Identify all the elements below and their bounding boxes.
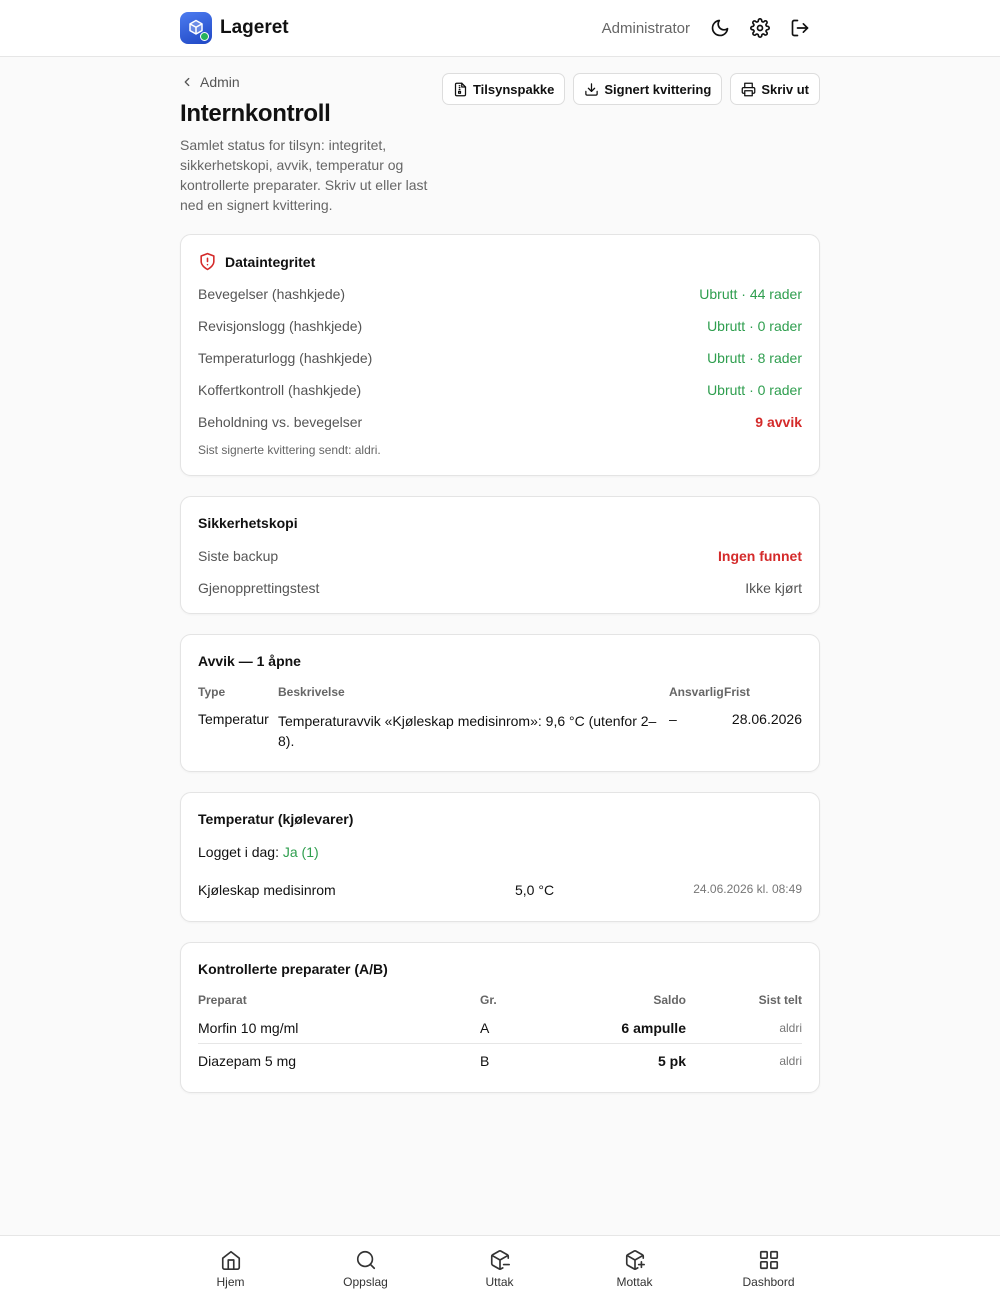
backup-card-title: Sikkerhetskopi: [198, 515, 298, 531]
page-description: Samlet status for tilsyn: integritet, si…: [180, 137, 428, 213]
nav-item-receive[interactable]: Mottak: [584, 1236, 685, 1300]
page-title: Internkontroll: [180, 100, 331, 127]
shield-alert-icon: [200, 252, 215, 271]
nav-item-home[interactable]: Hjem: [180, 1236, 281, 1300]
backup-row: Gjenopprettingstest Ikke kjørt: [198, 580, 802, 596]
package-plus-icon: [625, 1249, 645, 1270]
deviations-card: Avvik — 1 åpne Type Beskrivelse Ansvarli…: [180, 634, 820, 772]
deviations-card-title: Avvik — 1 åpne: [198, 653, 301, 669]
restore-test-status: Ikke kjørt: [745, 580, 802, 596]
integrity-status: Ubrutt · 44 rader: [699, 286, 802, 302]
back-link[interactable]: Admin: [180, 74, 240, 90]
home-icon: [221, 1250, 240, 1270]
backup-row: Siste backup Ingen funnet: [198, 548, 802, 564]
temperature-card-title: Temperatur (kjølevarer): [198, 811, 354, 827]
printer-icon: [741, 82, 756, 96]
column-header-type: Type: [198, 685, 226, 699]
chevron-left-icon: [184, 77, 190, 87]
nav-item-dashboard[interactable]: Dashbord: [718, 1236, 819, 1300]
dashboard-grid-icon: [759, 1250, 778, 1269]
download-icon: [585, 82, 599, 96]
integrity-row: Beholdning vs. bevegelser 9 avvik: [198, 414, 802, 430]
bottom-nav: Hjem Oppslag Uttak Mottak Dashbord: [0, 1235, 1000, 1300]
inspection-package-label: Tilsynspakke: [472, 81, 555, 97]
print-label: Skriv ut: [761, 81, 809, 97]
user-role: Administrator: [601, 19, 690, 37]
integrity-card-title: Dataintegritet: [198, 252, 315, 271]
logged-today: Logget i dag: Ja (1): [198, 844, 319, 860]
temperature-card: Temperatur (kjølevarer) Logget i dag: Ja…: [180, 792, 820, 922]
page-actions: Tilsynspakke Signert kvittering Skriv ut: [441, 73, 820, 105]
column-header-responsible: Ansvarlig: [669, 685, 724, 699]
app-logo-icon: [180, 12, 212, 44]
table-row[interactable]: Morfin 10 mg/ml A 6 ampulle aldri: [198, 1011, 802, 1044]
integrity-status: Ubrutt · 0 rader: [707, 382, 802, 398]
controlled-drugs-card: Kontrollerte preparater (A/B) Preparat G…: [180, 942, 820, 1093]
package-minus-icon: [490, 1249, 510, 1270]
integrity-row: Koffertkontroll (hashkjede) Ubrutt · 0 r…: [198, 382, 802, 398]
backup-status: Ingen funnet: [718, 548, 802, 564]
brand[interactable]: Lageret: [180, 12, 289, 44]
controlled-drugs-card-title: Kontrollerte preparater (A/B): [198, 961, 388, 977]
integrity-row: Revisjonslogg (hashkjede) Ubrutt · 0 rad…: [198, 318, 802, 334]
app-name: Lageret: [220, 17, 289, 38]
back-link-label: Admin: [200, 74, 240, 90]
last-receipt-note: Sist signerte kvittering sendt: aldri.: [198, 443, 381, 457]
dark-mode-icon[interactable]: [708, 16, 732, 40]
column-header-group: Gr.: [480, 993, 497, 1007]
search-icon: [356, 1250, 375, 1269]
integrity-status: Ubrutt · 8 rader: [707, 350, 802, 366]
column-header-deadline: Frist: [724, 685, 751, 699]
integrity-status: 9 avvik: [755, 414, 802, 430]
file-archive-icon: [454, 82, 467, 96]
column-header-last-counted: Sist telt: [758, 993, 802, 1007]
integrity-status: Ubrutt · 0 rader: [707, 318, 802, 334]
top-bar: Lageret Administrator: [0, 0, 1000, 57]
settings-gear-icon[interactable]: [748, 16, 772, 40]
table-row[interactable]: Diazepam 5 mg B 5 pk aldri: [198, 1044, 802, 1077]
nav-item-withdraw[interactable]: Uttak: [449, 1236, 550, 1300]
column-header-drug: Preparat: [198, 993, 247, 1007]
logout-icon[interactable]: [788, 16, 812, 40]
print-button[interactable]: Skriv ut: [730, 73, 820, 105]
integrity-row: Temperaturlogg (hashkjede) Ubrutt · 8 ra…: [198, 350, 802, 366]
column-header-description: Beskrivelse: [278, 685, 345, 699]
nav-item-lookup[interactable]: Oppslag: [315, 1236, 416, 1300]
column-header-balance: Saldo: [653, 993, 686, 1007]
integrity-row: Bevegelser (hashkjede) Ubrutt · 44 rader: [198, 286, 802, 302]
signed-receipt-button[interactable]: Signert kvittering: [573, 73, 723, 105]
signed-receipt-label: Signert kvittering: [604, 81, 712, 97]
integrity-card: Dataintegritet Bevegelser (hashkjede) Ub…: [180, 234, 820, 476]
inspection-package-button[interactable]: Tilsynspakke: [441, 73, 566, 105]
logged-today-value: Ja (1): [282, 844, 319, 860]
backup-card: Sikkerhetskopi Siste backup Ingen funnet…: [180, 496, 820, 614]
